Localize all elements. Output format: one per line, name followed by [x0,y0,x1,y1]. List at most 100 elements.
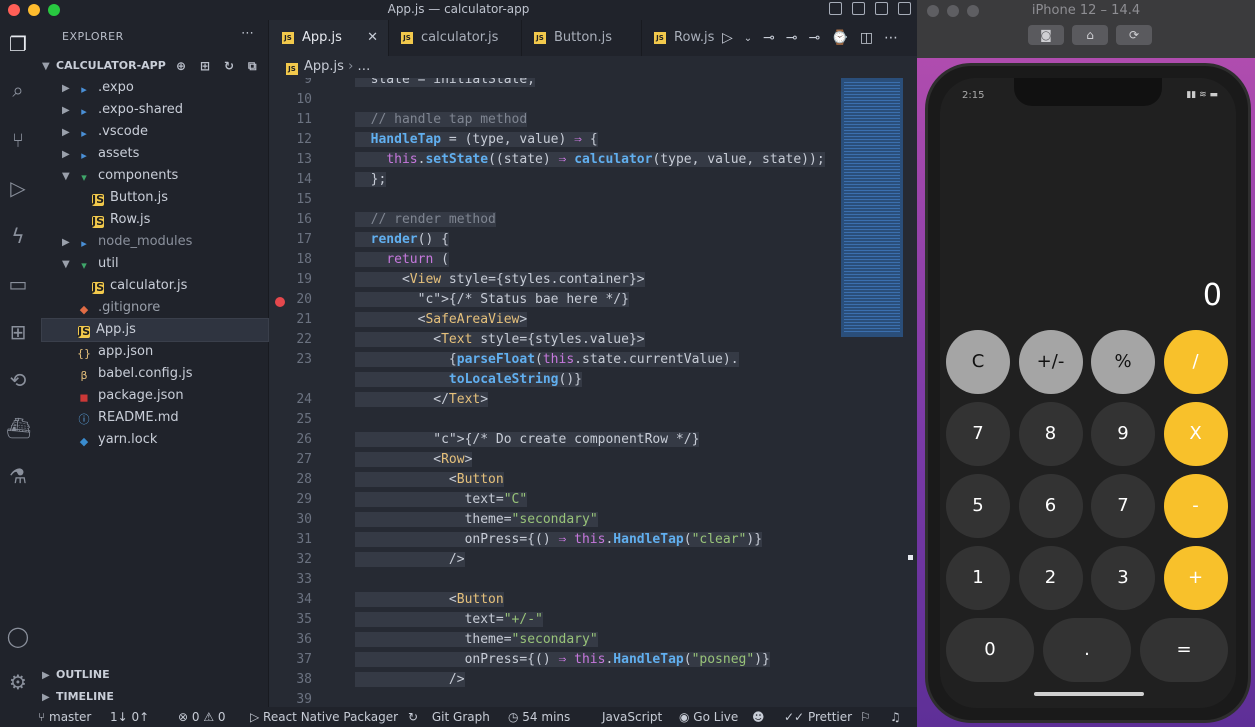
timeline-icon[interactable]: ⌚ [831,30,848,46]
code-line[interactable]: state = initialState; [355,78,536,87]
close-window-button[interactable] [8,4,20,16]
notifications-icon[interactable]: ♫ [890,707,901,727]
tree-item[interactable]: ▼ ▾ components [42,165,268,187]
go-live-status[interactable]: ◉ Go Live [679,707,738,727]
code-line[interactable]: // render method [355,212,496,227]
calc-key-9[interactable]: 9 [1091,402,1155,466]
new-folder-icon[interactable]: ⊞ [200,55,210,77]
code-line[interactable]: text="C" [355,492,528,507]
code-line[interactable]: /> [355,672,465,687]
breakpoint-dot[interactable] [275,297,285,307]
settings-gear-icon[interactable]: ⚙ [6,670,30,694]
calc-key-divide[interactable]: / [1163,330,1228,394]
project-root[interactable]: ▼ CALCULATOR-APP ⊕ ⊞ ↻ ⧉ [42,55,268,77]
tab-calculator-js[interactable]: JS calculator.js [389,20,522,56]
code-line[interactable]: onPress={() ⇒ this.HandleTap("clear")} [355,532,763,547]
minimize-window-button[interactable] [28,4,40,16]
dropdown-chevron-icon[interactable]: ⌄ [744,33,752,44]
calc-key-minus[interactable]: - [1163,474,1228,538]
code-line[interactable]: "c">{/* Do create componentRow */} [355,432,700,447]
git-next-icon[interactable]: ⊸ [809,30,821,46]
code-line[interactable]: }; [355,172,387,187]
timeline-section[interactable]: ▶ TIMELINE [42,686,268,708]
tree-item[interactable]: ▶ ▸ .vscode [42,121,268,143]
toggle-panel-icon[interactable] [852,2,865,15]
code-line[interactable]: // handle tap method [355,112,528,127]
tree-item[interactable]: ▶ ▸ .expo [42,77,268,99]
copilot-icon[interactable]: ☻ [752,707,765,727]
more-actions-icon[interactable]: ⋯ [884,30,898,46]
calc-key-6[interactable]: 6 [1018,474,1083,538]
code-line[interactable]: return ( [355,252,449,267]
problems-status[interactable]: ⊗ 0 ⚠ 0 [178,707,226,727]
run-debug-icon[interactable]: ▷ [6,176,30,200]
git-graph-icon[interactable]: ⟲ [6,368,30,392]
more-actions-icon[interactable]: ⋯ [241,26,254,41]
code-line[interactable]: toLocaleString()} [355,372,582,387]
prettier-status[interactable]: ✓✓ Prettier [784,707,852,727]
code-line[interactable]: HandleTap = (type, value) ⇒ { [355,132,598,147]
collapse-all-icon[interactable]: ⧉ [248,55,257,77]
calc-key-3[interactable]: 3 [1091,546,1155,610]
code-line[interactable]: this.setState((state) ⇒ calculator(type,… [355,152,825,167]
tree-item[interactable]: ▶ ▸ node_modules [42,231,268,253]
run-icon[interactable]: ▷ [722,30,733,46]
calc-key-1[interactable]: 1 [946,546,1010,610]
git-commit-icon[interactable]: ⊸ [763,30,775,46]
tree-item[interactable]: ◆ .gitignore [42,297,268,319]
sync-status[interactable]: 1↓ 0↑ [110,707,149,727]
home-icon[interactable]: ⌂ [1072,25,1108,45]
code-line[interactable]: "c">{/* Status bae here */} [355,292,629,307]
lightning-icon[interactable]: ϟ [6,224,30,248]
account-icon[interactable]: ◯ [6,624,30,648]
tree-item[interactable]: ◆ yarn.lock [42,429,268,451]
calc-key-clear[interactable]: C [946,330,1010,394]
tab-button-js[interactable]: JS Button.js [522,20,642,56]
docker-icon[interactable]: ⛴ [6,416,31,440]
code-line[interactable]: theme="secondary" [355,632,598,647]
outline-section[interactable]: ▶ OUTLINE [42,664,268,686]
code-line[interactable]: <Text style={styles.value}> [355,332,645,347]
code-line[interactable]: <Button [355,592,504,607]
code-line[interactable]: <Row> [355,452,473,467]
breadcrumb-rest[interactable]: … [357,59,370,74]
calc-key-equals[interactable]: = [1140,618,1228,682]
extensions-icon[interactable]: ⊞ [6,320,30,344]
timer-status[interactable]: ◷ 54 mins [508,707,570,727]
calc-key-7[interactable]: 7 [946,402,1010,466]
customize-layout-icon[interactable] [898,2,911,15]
code-line[interactable]: <Button [355,472,504,487]
tab-row-js[interactable]: JS Row.js [642,20,718,56]
tree-item[interactable]: β babel.config.js [42,363,268,385]
screenshot-icon[interactable]: ◙ [1028,25,1064,45]
calc-key-0[interactable]: 0 [946,618,1034,682]
calc-key-plus[interactable]: + [1163,546,1228,610]
toggle-sidebar-icon[interactable] [829,2,842,15]
calc-key-multiply[interactable]: X [1163,402,1228,466]
tree-item[interactable]: ▼ ▾ util [42,253,268,275]
scrollbar-marker[interactable] [908,555,913,560]
source-control-icon[interactable]: ⑂ [6,128,30,152]
home-indicator[interactable] [1034,692,1144,696]
zoom-window-button[interactable] [48,4,60,16]
code-line[interactable]: /> [355,552,465,567]
packager-status[interactable]: ▷ React Native Packager [250,707,398,727]
search-icon[interactable]: ⌕ [6,78,30,102]
explorer-icon[interactable]: ❐ [6,32,30,56]
git-graph-status[interactable]: ↻ Git Graph [408,707,490,727]
calc-key-7[interactable]: 7 [1091,474,1155,538]
code-line[interactable]: render() { [355,232,449,247]
remote-explorer-icon[interactable]: ▭ [6,272,30,296]
tree-item[interactable]: {} app.json [42,341,268,363]
calc-key-5[interactable]: 5 [946,474,1010,538]
close-tab-icon[interactable]: ✕ [367,20,378,56]
new-file-icon[interactable]: ⊕ [176,55,186,77]
breadcrumb-file[interactable]: App.js [304,59,344,74]
tab-app-js[interactable]: JS App.js ✕ [270,20,389,56]
code-line[interactable]: <SafeAreaView> [355,312,528,327]
rotate-icon[interactable]: ⟳ [1116,25,1152,45]
tree-item[interactable]: ▶ ▸ .expo-shared [42,99,268,121]
test-icon[interactable]: ⚗ [6,464,30,488]
calc-key-decimal[interactable]: . [1043,618,1131,682]
code-line[interactable]: text="+/-" [355,612,543,627]
